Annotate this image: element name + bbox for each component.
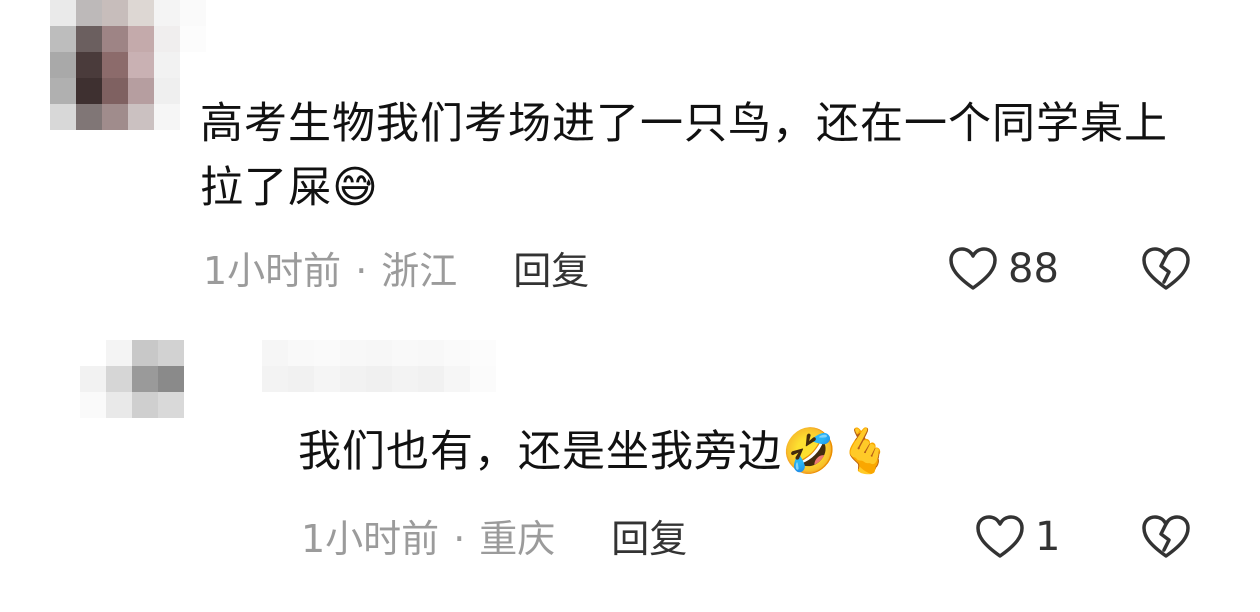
like-button[interactable]: 88	[948, 246, 1059, 292]
reply-button[interactable]: 回复	[611, 517, 687, 561]
reply-time: 1小时前	[301, 517, 440, 561]
comment-text: 高考生物我们考场进了一只鸟，还在一个同学桌上拉了屎😅	[200, 92, 1210, 220]
reply-location: 重庆	[479, 517, 556, 561]
broken-heart-icon	[1142, 515, 1190, 558]
finger-heart-emoji-icon: 🫰	[837, 426, 894, 477]
avatar[interactable]	[50, 0, 206, 130]
broken-heart-icon	[1142, 247, 1190, 290]
reply-body: 我们也有，还是坐我旁边	[298, 427, 782, 477]
heart-outline-icon	[976, 515, 1024, 558]
sweat-grin-emoji-icon: 😅	[332, 162, 379, 213]
reply-meta: 1小时前 · 重庆 回复	[301, 517, 687, 561]
comment-location: 浙江	[381, 249, 458, 293]
like-button[interactable]: 1	[975, 514, 1060, 560]
reply-avatar[interactable]	[80, 340, 184, 418]
reply-button[interactable]: 回复	[513, 249, 589, 293]
comment-thread: 高考生物我们考场进了一只鸟，还在一个同学桌上拉了屎😅 1小时前 · 浙江 回复 …	[0, 0, 1260, 612]
separator: ·	[355, 249, 368, 293]
dislike-button[interactable]	[1140, 514, 1192, 564]
comment-meta: 1小时前 · 浙江 回复	[203, 249, 589, 293]
reply-username[interactable]	[262, 340, 522, 392]
separator: ·	[453, 517, 466, 561]
heart-outline-icon	[949, 247, 997, 290]
like-count: 88	[1008, 246, 1059, 292]
like-count: 1	[1035, 514, 1061, 560]
rofl-emoji-icon: 🤣	[782, 426, 838, 477]
reply-text: 我们也有，还是坐我旁边🤣🫰	[298, 420, 1198, 484]
dislike-button[interactable]	[1140, 246, 1192, 296]
comment-time: 1小时前	[203, 249, 342, 293]
